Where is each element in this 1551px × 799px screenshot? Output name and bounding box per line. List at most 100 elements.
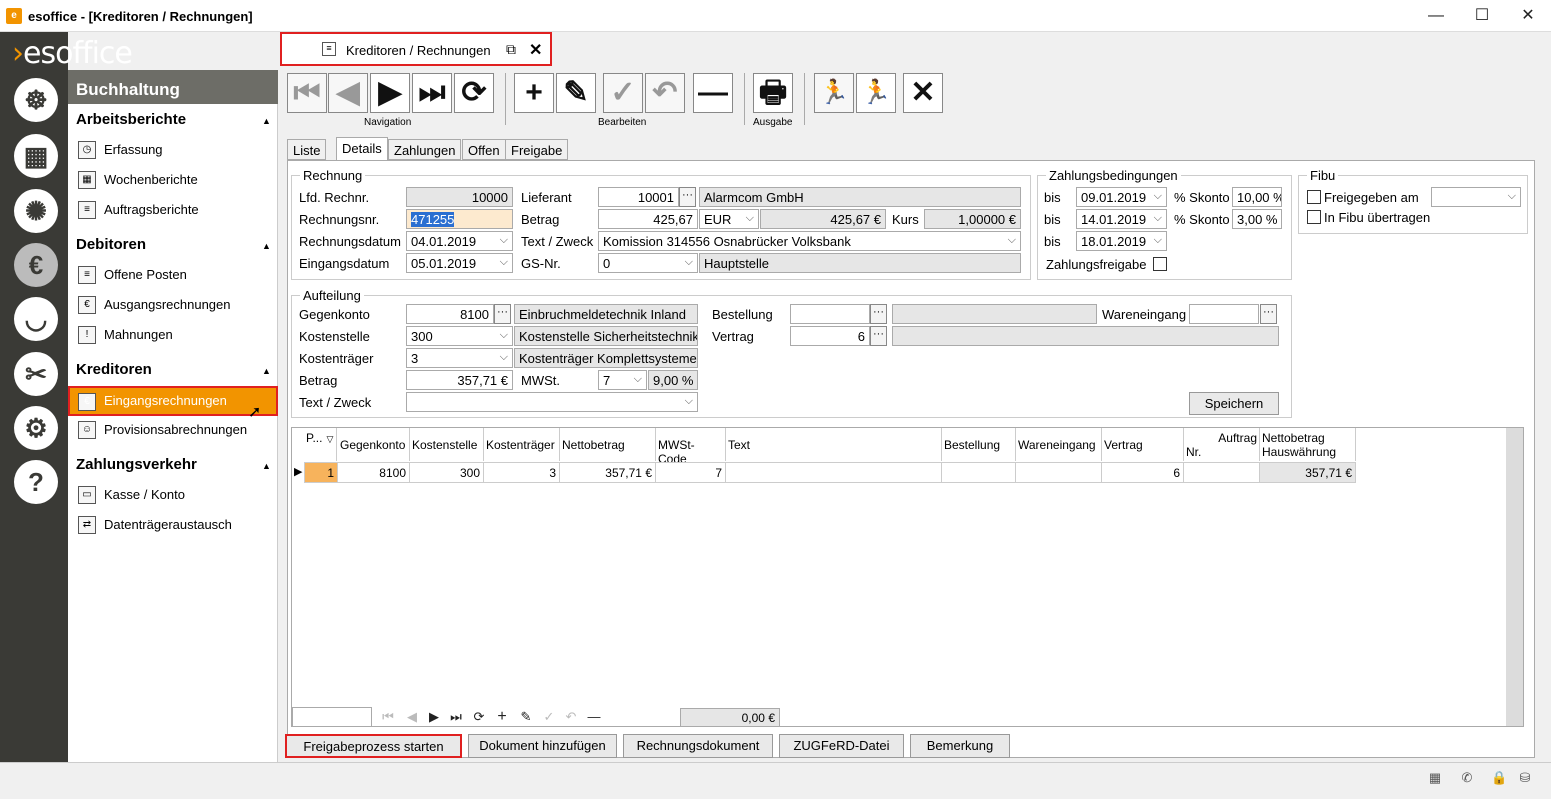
- column-header-kostenstelle[interactable]: Kostenstelle: [410, 428, 484, 461]
- gs-nr-select[interactable]: 0: [598, 253, 698, 273]
- column-header-text[interactable]: Text: [726, 428, 942, 461]
- text-zweck-field[interactable]: Komission 314556 Osnabrücker Volksbank: [598, 231, 1021, 251]
- kostenstelle-select[interactable]: 300: [406, 326, 513, 346]
- nav-section-zahlungsverkehr[interactable]: Zahlungsverkehr: [76, 456, 197, 473]
- grid-edit-icon[interactable]: ✎: [516, 707, 536, 727]
- aufteilung-text-field[interactable]: [406, 392, 698, 412]
- nav-section-arbeitsberichte[interactable]: Arbeitsberichte: [76, 111, 186, 128]
- phone-icon[interactable]: ✆: [1459, 770, 1475, 786]
- betrag-field[interactable]: 425,67: [598, 209, 698, 229]
- nav-section-kreditoren[interactable]: Kreditoren: [76, 361, 152, 378]
- nav-item-wochenberichte[interactable]: ▦ Wochenberichte: [76, 168, 276, 192]
- nav-item-offene-posten[interactable]: ≡ Offene Posten: [76, 263, 276, 287]
- grid-delete-icon[interactable]: —: [584, 707, 604, 727]
- nav-item-provisionsabrechnungen[interactable]: ☺ Provisionsabrechnungen: [76, 418, 276, 442]
- module-icon-help[interactable]: ?: [14, 460, 58, 504]
- collapse-arrow-icon[interactable]: ▲: [262, 116, 271, 126]
- gegenkonto-field[interactable]: 8100: [406, 304, 494, 324]
- speichern-button[interactable]: Speichern: [1189, 392, 1279, 415]
- grid-scrollbar[interactable]: [1506, 428, 1523, 726]
- close-tab-icon[interactable]: ✕: [529, 40, 542, 60]
- column-header-bestellung[interactable]: Bestellung: [942, 428, 1016, 461]
- nav-item-eingangsrechnungen[interactable]: € Eingangsrechnungen: [68, 386, 278, 416]
- column-header-p[interactable]: P... ▽: [304, 428, 337, 461]
- column-header-gegenkonto[interactable]: Gegenkonto: [338, 428, 410, 461]
- rechnungsnr-field[interactable]: 471255: [406, 209, 513, 229]
- tab-zahlungen[interactable]: Zahlungen: [388, 139, 462, 160]
- wareneingang-lookup-button[interactable]: ···: [1260, 304, 1277, 324]
- cell-kostenstelle[interactable]: 300: [409, 462, 484, 483]
- module-icon-gears[interactable]: ⚙: [14, 406, 58, 450]
- nav-item-mahnungen[interactable]: ! Mahnungen: [76, 323, 276, 347]
- refresh-button[interactable]: ⟳: [454, 73, 494, 113]
- cell-gegenkonto[interactable]: 8100: [337, 462, 410, 483]
- module-icon-alarm[interactable]: ✺: [14, 189, 58, 233]
- grid-prev-icon[interactable]: ◀: [402, 707, 422, 727]
- building-icon[interactable]: ▦: [1427, 770, 1443, 786]
- module-icon-headset[interactable]: ◡: [14, 297, 58, 341]
- dokument-hinzufuegen-button[interactable]: Dokument hinzufügen: [468, 734, 617, 758]
- zahlungsfreigabe-checkbox[interactable]: [1153, 257, 1167, 271]
- grid-last-icon[interactable]: ⏭: [446, 707, 466, 727]
- grid-confirm-icon[interactable]: ✓: [539, 707, 559, 727]
- nav-item-ausgangsrechnungen[interactable]: € Ausgangsrechnungen: [76, 293, 276, 317]
- first-record-button[interactable]: ⏮: [287, 73, 327, 113]
- close-window-button[interactable]: ✕: [1505, 0, 1551, 32]
- grid-next-icon[interactable]: ▶: [424, 707, 444, 727]
- tab-liste[interactable]: Liste: [287, 139, 327, 160]
- cell-bestellung[interactable]: [941, 462, 1016, 483]
- lieferant-nr-field[interactable]: 10001: [598, 187, 679, 207]
- vertrag-field[interactable]: 6: [790, 326, 870, 346]
- vertrag-lookup-button[interactable]: ···: [870, 326, 887, 346]
- last-record-button[interactable]: ⏭: [412, 73, 452, 113]
- bestellung-field[interactable]: [790, 304, 870, 324]
- popout-icon[interactable]: ⧉: [506, 41, 516, 58]
- grid-add-icon[interactable]: +: [492, 707, 512, 727]
- fibu-uebertragen-checkbox[interactable]: [1307, 210, 1321, 224]
- wareneingang-field[interactable]: [1189, 304, 1259, 324]
- collapse-arrow-icon[interactable]: ▲: [262, 241, 271, 251]
- edit-button[interactable]: ✎: [556, 73, 596, 113]
- kostentraeger-select[interactable]: 3: [406, 348, 513, 368]
- column-header-mwst-code[interactable]: MWSt-Code: [656, 428, 726, 466]
- eingangsdatum-field[interactable]: 05.01.2019: [406, 253, 513, 273]
- nav-item-auftragsberichte[interactable]: ≡ Auftragsberichte: [76, 198, 276, 222]
- column-header-auftrag[interactable]: Auftrag Nr.: [1184, 428, 1260, 461]
- module-icon-euro[interactable]: €: [14, 243, 58, 287]
- run-disabled-icon[interactable]: 🏃: [814, 73, 854, 113]
- nav-item-kasse-konto[interactable]: ▭ Kasse / Konto: [76, 483, 276, 507]
- rechnungsdatum-field[interactable]: 04.01.2019: [406, 231, 513, 251]
- cell-wareneingang[interactable]: [1015, 462, 1102, 483]
- bemerkung-button[interactable]: Bemerkung: [910, 734, 1010, 758]
- minimize-button[interactable]: —: [1413, 0, 1459, 32]
- skonto-date-1[interactable]: 09.01.2019: [1076, 187, 1167, 207]
- cell-kostentraeger[interactable]: 3: [483, 462, 560, 483]
- grid-first-icon[interactable]: ⏮: [378, 707, 398, 727]
- rechnungsdokument-button[interactable]: Rechnungsdokument: [623, 734, 773, 758]
- cell-mwst-code[interactable]: 7: [655, 462, 726, 483]
- cell-p[interactable]: 1: [304, 462, 338, 483]
- lock-icon[interactable]: 🔒: [1491, 770, 1507, 786]
- module-icon-helm[interactable]: ☸: [14, 78, 58, 122]
- previous-record-button[interactable]: ◀: [328, 73, 368, 113]
- add-button[interactable]: +: [514, 73, 554, 113]
- print-button[interactable]: 🖶: [753, 73, 793, 113]
- lieferant-lookup-button[interactable]: ···: [679, 187, 696, 207]
- cell-auftrag[interactable]: [1183, 462, 1260, 483]
- column-header-vertrag[interactable]: Vertrag: [1102, 428, 1184, 461]
- column-header-kostentraeger[interactable]: Kostenträger: [484, 428, 560, 461]
- skonto-pct-1[interactable]: 10,00 %: [1232, 187, 1282, 207]
- bestellung-lookup-button[interactable]: ···: [870, 304, 887, 324]
- aufteilung-betrag-field[interactable]: 357,71 €: [406, 370, 513, 390]
- column-header-nettobetrag-hw[interactable]: Nettobetrag Hauswährung: [1260, 428, 1356, 461]
- cell-text[interactable]: [725, 462, 942, 483]
- waehrung-select[interactable]: EUR: [699, 209, 759, 229]
- delete-button[interactable]: —: [693, 73, 733, 113]
- undo-button[interactable]: ↶: [645, 73, 685, 113]
- grid-undo-icon[interactable]: ↶: [561, 707, 581, 727]
- database-icon[interactable]: ⛁: [1517, 770, 1533, 786]
- column-header-nettobetrag[interactable]: Nettobetrag: [560, 428, 656, 461]
- nav-item-erfassung[interactable]: ◷ Erfassung: [76, 138, 276, 162]
- cancel-button[interactable]: ✕: [903, 73, 943, 113]
- cell-nettobetrag[interactable]: 357,71 €: [559, 462, 656, 483]
